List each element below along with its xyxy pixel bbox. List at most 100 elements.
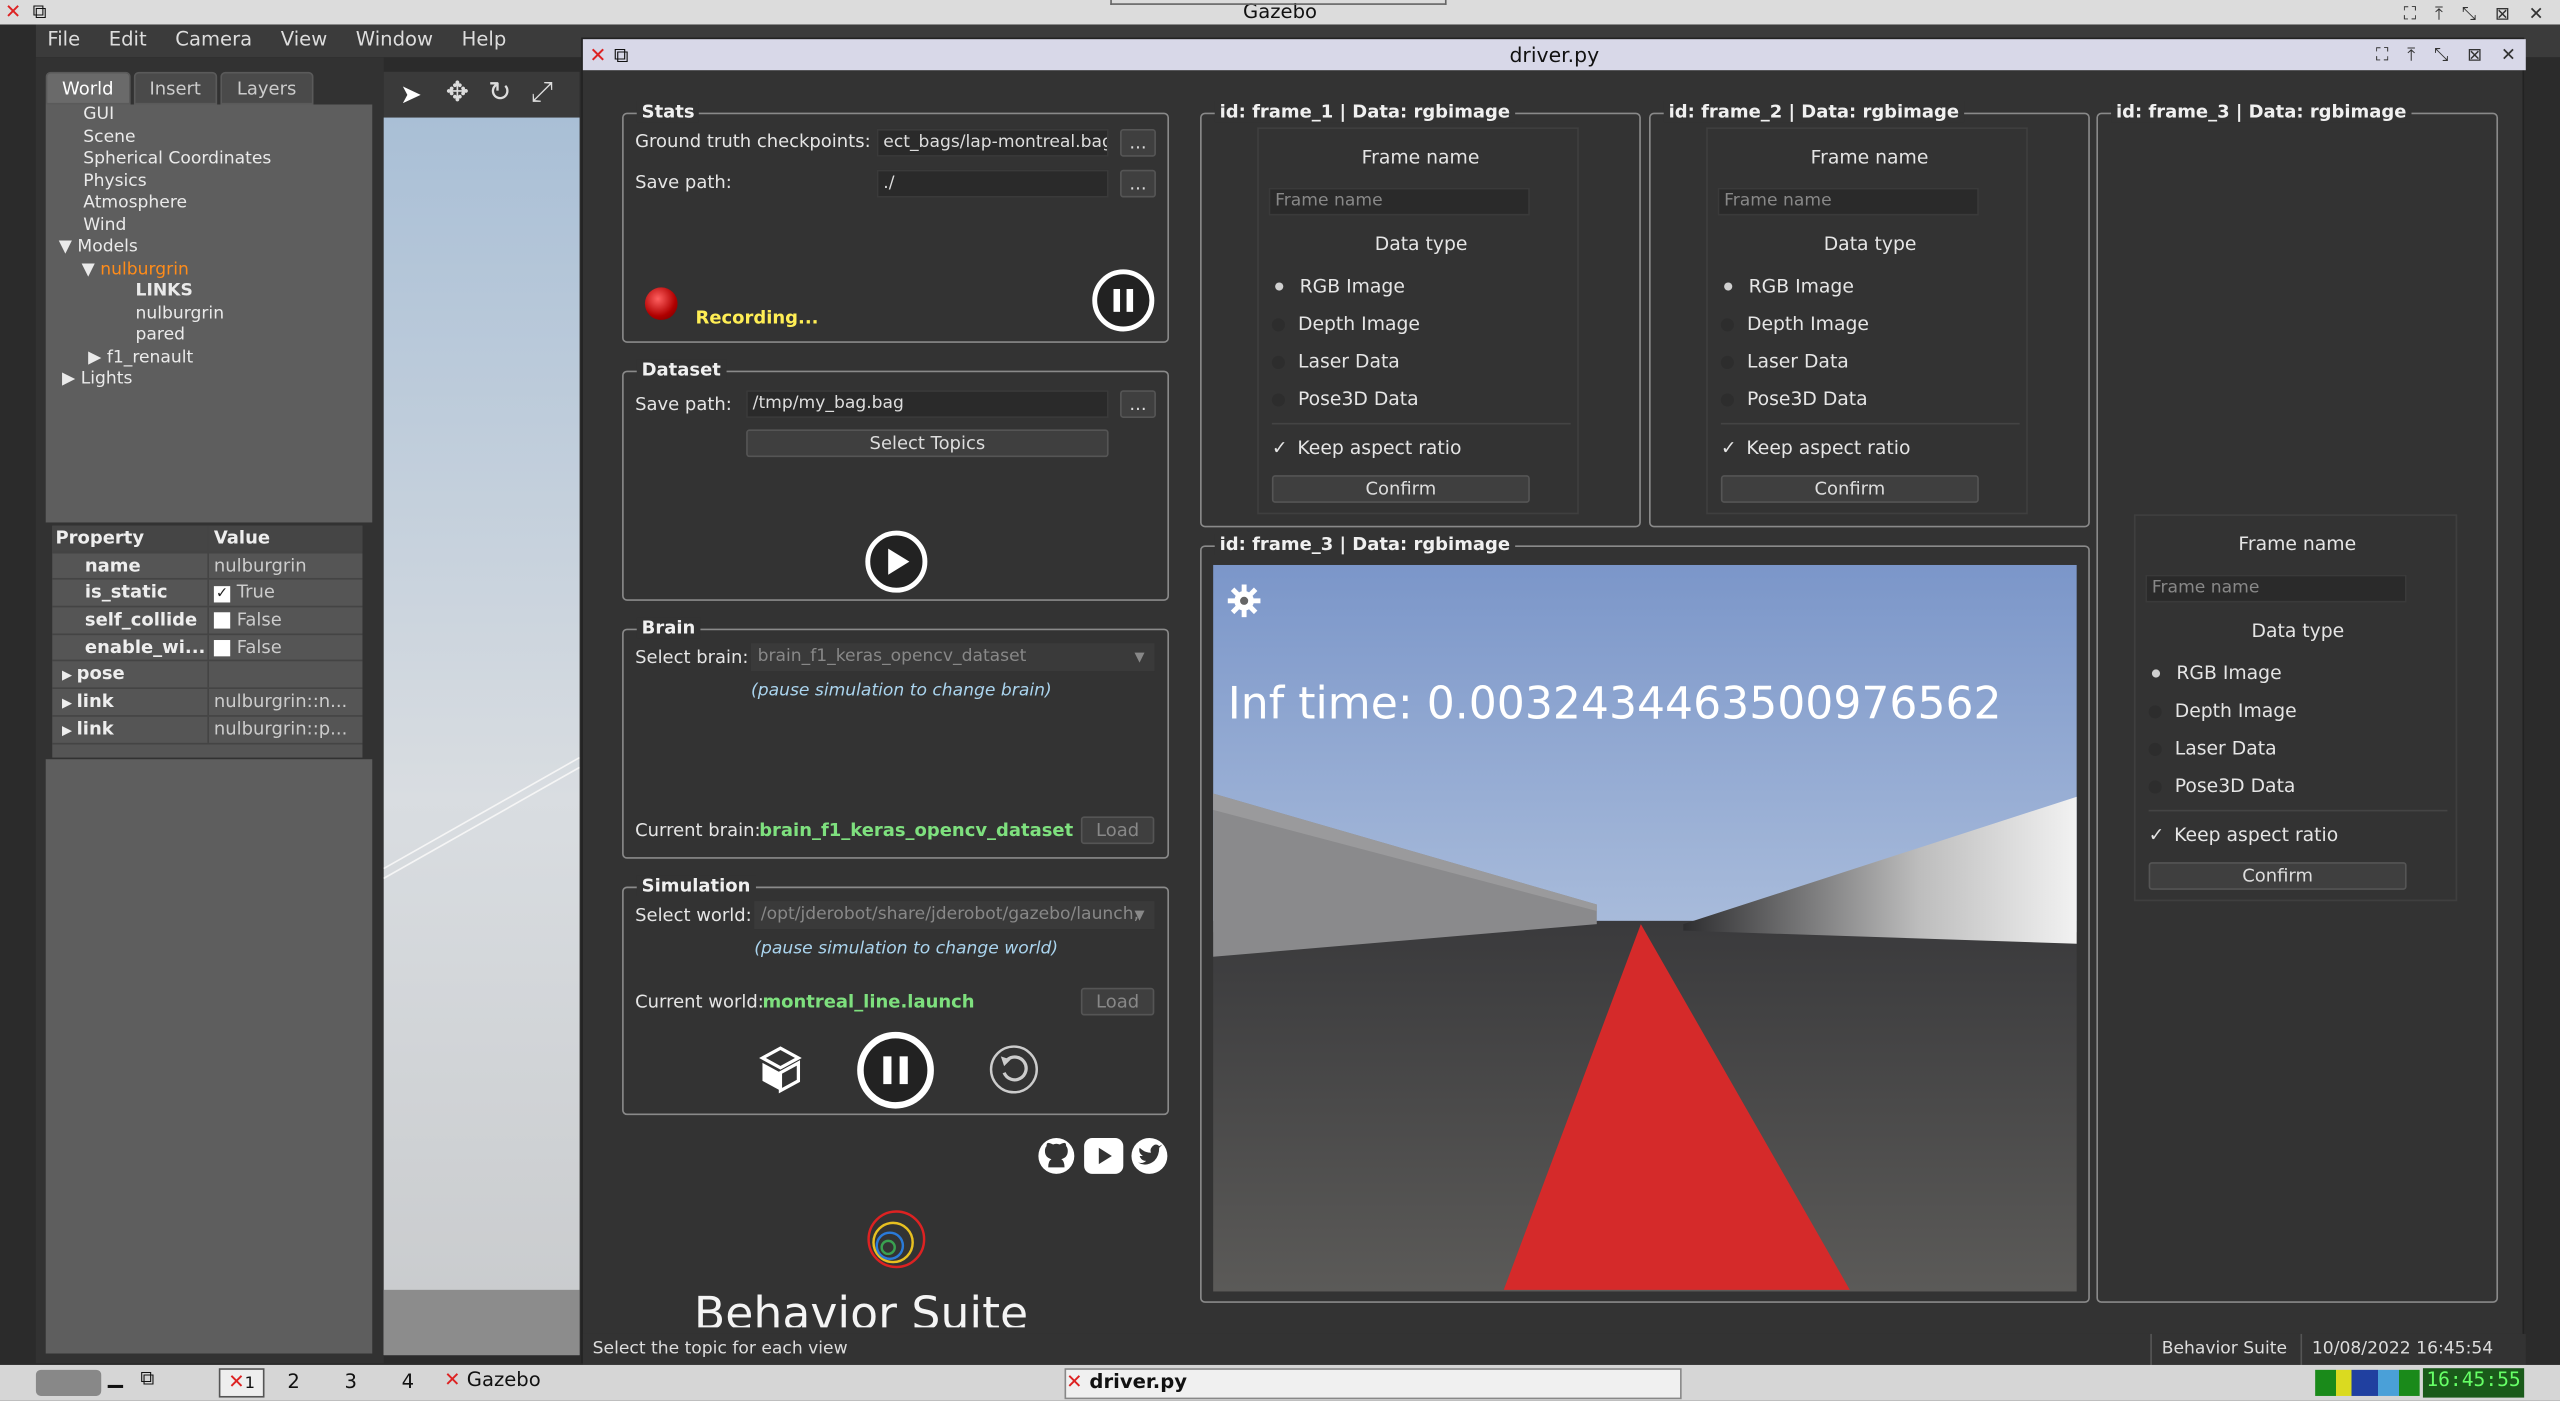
prop-row[interactable]: ▶ pose [52, 661, 363, 690]
gear-icon[interactable] [1226, 583, 1262, 619]
frame-name-input[interactable]: Frame name [2145, 574, 2407, 603]
expand-down-icon[interactable]: ▼ [82, 259, 95, 279]
tree-item-wind[interactable]: Wind [46, 215, 373, 237]
tree-item-atmosphere[interactable]: Atmosphere [46, 193, 373, 215]
expand-right-icon[interactable]: ▶ [62, 369, 75, 389]
radio-rgb-image[interactable]: RGB Image [2149, 661, 2282, 684]
radio-depth-image[interactable]: Depth Image [1271, 312, 1420, 335]
world-load-button[interactable]: Load [1080, 987, 1155, 1016]
youtube-icon[interactable] [1082, 1136, 1124, 1175]
expand-right-icon[interactable]: ▶ [62, 723, 77, 738]
radio-rgb-image[interactable]: RGB Image [1721, 274, 1854, 297]
tab-world[interactable]: World [45, 71, 130, 105]
select-topics-button[interactable]: Select Topics [746, 429, 1109, 458]
github-icon[interactable] [1037, 1136, 1076, 1175]
desktop-4[interactable]: 4 [402, 1370, 414, 1393]
translate-icon[interactable]: ✥ [446, 77, 469, 110]
radio-depth-image[interactable]: Depth Image [1720, 312, 1869, 335]
tree-item-f1-renault[interactable]: ▶ f1_renault [46, 347, 373, 369]
desktop-2[interactable]: 2 [287, 1370, 299, 1393]
radio-pose3d-data[interactable]: Pose3D Data [1720, 387, 1868, 410]
start-menu-icon[interactable] [35, 1369, 102, 1396]
gt-browse-button[interactable]: ... [1120, 128, 1156, 157]
radio-laser-data[interactable]: Laser Data [2148, 736, 2277, 759]
menu-file[interactable]: File [36, 24, 92, 51]
confirm-button[interactable]: Confirm [2148, 862, 2407, 890]
tree-item-models[interactable]: ▼ Models [46, 237, 373, 259]
keep-aspect-checkbox[interactable]: ✓ Keep aspect ratio [1721, 436, 1911, 459]
menu-help[interactable]: Help [450, 24, 518, 51]
radio-depth-image[interactable]: Depth Image [2148, 699, 2297, 722]
window-controls-icon[interactable]: ⛶ ⤒ ⤡ ⊠ ✕ [2404, 2, 2551, 26]
menu-window[interactable]: Window [344, 24, 444, 51]
tree-item-nulburgrin[interactable]: ▼ nulburgrin [46, 259, 373, 281]
expand-right-icon[interactable]: ▶ [88, 347, 101, 367]
radio-pose3d-data[interactable]: Pose3D Data [2148, 774, 2295, 797]
checkbox-checked-icon[interactable]: ✓ [213, 586, 231, 604]
tree-item-spherical[interactable]: Spherical Coordinates [46, 149, 373, 171]
menu-view[interactable]: View [269, 24, 338, 51]
brain-load-button[interactable]: Load [1080, 816, 1155, 845]
dataset-browse-button[interactable]: ... [1120, 390, 1156, 418]
expand-down-icon[interactable]: ▼ [59, 237, 72, 257]
keep-aspect-checkbox[interactable]: ✓ Keep aspect ratio [1272, 436, 1462, 459]
keep-aspect-checkbox[interactable]: ✓ Keep aspect ratio [2149, 823, 2339, 846]
tab-layers[interactable]: Layers [220, 71, 313, 105]
tree-item-links[interactable]: LINKS [46, 281, 373, 303]
radio-laser-data[interactable]: Laser Data [1720, 349, 1849, 372]
gazebo-restore-icon[interactable]: ⧉ [33, 0, 47, 24]
menu-edit[interactable]: Edit [97, 24, 158, 51]
gazebo-3d-scene[interactable] [383, 117, 581, 1356]
stats-save-field[interactable]: ./ [876, 169, 1109, 198]
tree-item-scene[interactable]: Scene [46, 127, 373, 149]
twitter-icon[interactable] [1130, 1136, 1169, 1175]
desktop-1[interactable]: ✕1 [218, 1368, 265, 1398]
confirm-button[interactable]: Confirm [1720, 475, 1979, 503]
reset-icon[interactable] [988, 1043, 1040, 1095]
driver-window-controls-icon[interactable]: ⛶ ⤒ ⤡ ⊠ ✕ [2376, 39, 2523, 70]
gazebo-close-icon[interactable]: ✕ [5, 0, 21, 24]
prop-value[interactable]: False [207, 607, 362, 634]
prop-value[interactable]: ✓ True [207, 580, 362, 606]
expand-right-icon[interactable]: ▶ [62, 668, 77, 683]
gt-path-field[interactable]: ect_bags/lap-montreal.bag [876, 128, 1109, 157]
tree-item-link-nulburgrin[interactable]: nulburgrin [46, 303, 373, 325]
dataset-save-field[interactable]: /tmp/my_bag.bag [746, 390, 1109, 418]
checkbox-icon[interactable] [213, 612, 231, 629]
minimize-all-icon[interactable]: ▁ [108, 1365, 123, 1388]
tree-item-gui[interactable]: GUI [46, 104, 373, 126]
prop-row[interactable]: ▶ link nulburgrin::p... [52, 716, 363, 744]
tree-item-lights[interactable]: ▶ Lights [46, 369, 373, 391]
prop-value[interactable]: nulburgrin [207, 552, 362, 579]
prop-value[interactable]: False [207, 634, 362, 661]
rotate-icon[interactable]: ↻ [488, 77, 511, 110]
stats-browse-button[interactable]: ... [1120, 169, 1156, 198]
desktop-3[interactable]: 3 [344, 1370, 356, 1393]
expand-right-icon[interactable]: ▶ [62, 696, 77, 711]
simulation-pause-button[interactable] [857, 1031, 934, 1109]
world-select-dropdown[interactable]: /opt/jderobot/share/jderobot/gazebo/laun… [754, 901, 1155, 930]
tree-item-link-pared[interactable]: pared [46, 325, 373, 347]
driver-close-icon[interactable]: ✕ [589, 39, 606, 70]
window-list-icon[interactable]: ⧉ [140, 1367, 154, 1391]
frame-name-input[interactable]: Frame name [1268, 187, 1530, 216]
checkbox-icon[interactable] [213, 639, 231, 656]
task-driver[interactable]: ✕ driver.py [1064, 1368, 1682, 1400]
tab-insert[interactable]: Insert [133, 71, 218, 105]
dataset-play-button[interactable] [865, 530, 928, 593]
driver-restore-icon[interactable]: ⧉ [614, 39, 629, 70]
scale-icon[interactable]: ⤢ [531, 77, 553, 110]
radio-laser-data[interactable]: Laser Data [1271, 349, 1400, 372]
task-gazebo[interactable]: ✕ Gazebo [444, 1368, 1061, 1397]
radio-rgb-image[interactable]: RGB Image [1272, 274, 1405, 297]
prop-row[interactable]: ▶ link nulburgrin::n... [52, 689, 363, 717]
record-pause-button[interactable] [1092, 269, 1155, 332]
frame-name-input[interactable]: Frame name [1717, 187, 1979, 216]
select-arrow-icon[interactable]: ➤ [400, 78, 422, 109]
gazebo-cube-icon[interactable] [759, 1045, 802, 1094]
menu-camera[interactable]: Camera [164, 24, 264, 51]
tree-item-physics[interactable]: Physics [46, 171, 373, 193]
radio-pose3d-data[interactable]: Pose3D Data [1271, 387, 1419, 410]
confirm-button[interactable]: Confirm [1271, 475, 1530, 503]
brain-select-dropdown[interactable]: brain_f1_keras_opencv_dataset ▼ [751, 643, 1155, 672]
